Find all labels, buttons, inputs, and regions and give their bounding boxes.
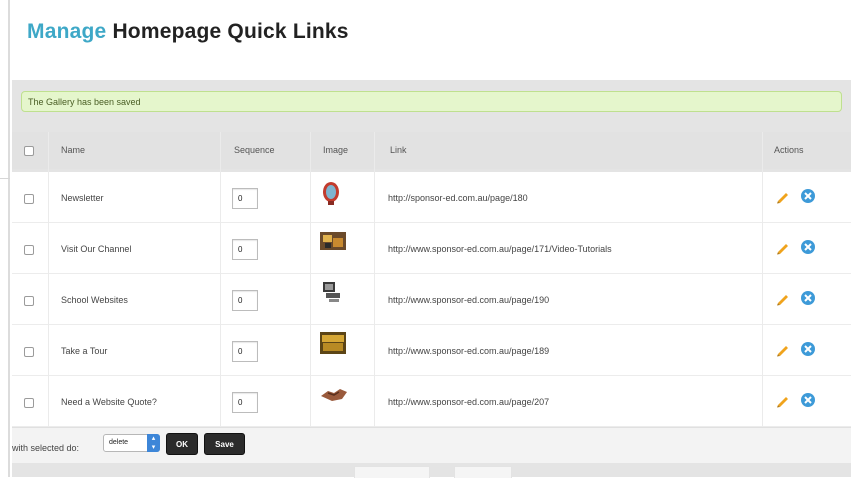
sequence-input[interactable]: 0 xyxy=(232,188,258,209)
success-notice: The Gallery has been saved xyxy=(21,91,842,112)
delete-circle-icon[interactable] xyxy=(800,239,816,260)
delete-circle-icon[interactable] xyxy=(800,392,816,413)
delete-circle-icon[interactable] xyxy=(800,341,816,362)
select-arrows-icon: ▴ ▾ xyxy=(147,434,160,452)
pencil-icon[interactable] xyxy=(775,239,791,260)
pencil-icon[interactable] xyxy=(775,341,791,362)
row-name: Newsletter xyxy=(61,193,104,203)
table-row: Take a Tour 0 http://www.sponsor-ed.com.… xyxy=(12,325,851,376)
sequence-input[interactable]: 0 xyxy=(232,341,258,362)
row-checkbox[interactable] xyxy=(24,398,34,408)
save-button[interactable]: Save xyxy=(204,433,245,455)
row-name: School Websites xyxy=(61,295,128,305)
table-header: Name Sequence Image Link Actions xyxy=(12,132,851,169)
bulk-action-select[interactable]: delete ▴ ▾ xyxy=(103,434,160,452)
row-link[interactable]: http://www.sponsor-ed.com.au/page/189 xyxy=(388,346,549,356)
table-row: Need a Website Quote? 0 http://www.spons… xyxy=(12,376,851,427)
pencil-icon[interactable] xyxy=(775,392,791,413)
sequence-input[interactable]: 0 xyxy=(232,290,258,311)
row-link[interactable]: http://www.sponsor-ed.com.au/page/207 xyxy=(388,397,549,407)
column-divider xyxy=(762,132,763,427)
row-link[interactable]: http://sponsor-ed.com.au/page/180 xyxy=(388,193,528,203)
ok-button[interactable]: OK xyxy=(166,433,198,455)
column-divider xyxy=(220,132,221,427)
row-name: Visit Our Channel xyxy=(61,244,132,254)
bottom-tab xyxy=(454,466,512,478)
page-title-rest: Homepage Quick Links xyxy=(112,20,349,43)
left-rule xyxy=(8,0,10,477)
tour-thumbnail-icon xyxy=(320,332,346,361)
row-checkbox[interactable] xyxy=(24,347,34,357)
column-header-name[interactable]: Name xyxy=(61,132,85,169)
bulk-action-select-value: delete xyxy=(109,439,129,446)
row-checkbox[interactable] xyxy=(24,245,34,255)
row-name: Need a Website Quote? xyxy=(61,397,157,407)
video-thumbnail-icon xyxy=(320,230,346,257)
pencil-icon[interactable] xyxy=(775,188,791,209)
column-header-sequence[interactable]: Sequence xyxy=(234,132,275,169)
table-row: Visit Our Channel 0 http://www.sponsor-e… xyxy=(12,223,851,274)
table-row: School Websites 0 http://www.sponsor-ed.… xyxy=(12,274,851,325)
sequence-input[interactable]: 0 xyxy=(232,239,258,260)
column-divider xyxy=(374,132,375,427)
delete-circle-icon[interactable] xyxy=(800,290,816,311)
select-all-checkbox[interactable] xyxy=(24,146,34,156)
bottom-tab xyxy=(354,466,430,478)
computer-thumbnail-icon xyxy=(320,280,344,309)
column-header-link[interactable]: Link xyxy=(390,132,407,169)
page-title: Manage Homepage Quick Links xyxy=(27,20,349,44)
row-name: Take a Tour xyxy=(61,346,108,356)
table-row: Newsletter 0 http://sponsor-ed.com.au/pa… xyxy=(12,172,851,223)
bulk-action-label: with selected do: xyxy=(12,443,80,453)
delete-circle-icon[interactable] xyxy=(800,188,816,209)
row-link[interactable]: http://www.sponsor-ed.com.au/page/171/Vi… xyxy=(388,244,612,254)
pencil-icon[interactable] xyxy=(775,290,791,311)
handshake-thumbnail-icon xyxy=(320,384,348,409)
success-notice-text: The Gallery has been saved xyxy=(28,97,141,107)
column-header-actions: Actions xyxy=(774,145,804,155)
column-header-image: Image xyxy=(323,145,349,155)
column-divider xyxy=(310,132,311,427)
row-link[interactable]: http://www.sponsor-ed.com.au/page/190 xyxy=(388,295,549,305)
sequence-input[interactable]: 0 xyxy=(232,392,258,413)
row-checkbox[interactable] xyxy=(24,194,34,204)
column-divider xyxy=(48,132,49,427)
row-checkbox[interactable] xyxy=(24,296,34,306)
left-tick xyxy=(0,178,10,179)
page-title-accent: Manage xyxy=(27,20,107,43)
badge-icon xyxy=(320,180,342,211)
